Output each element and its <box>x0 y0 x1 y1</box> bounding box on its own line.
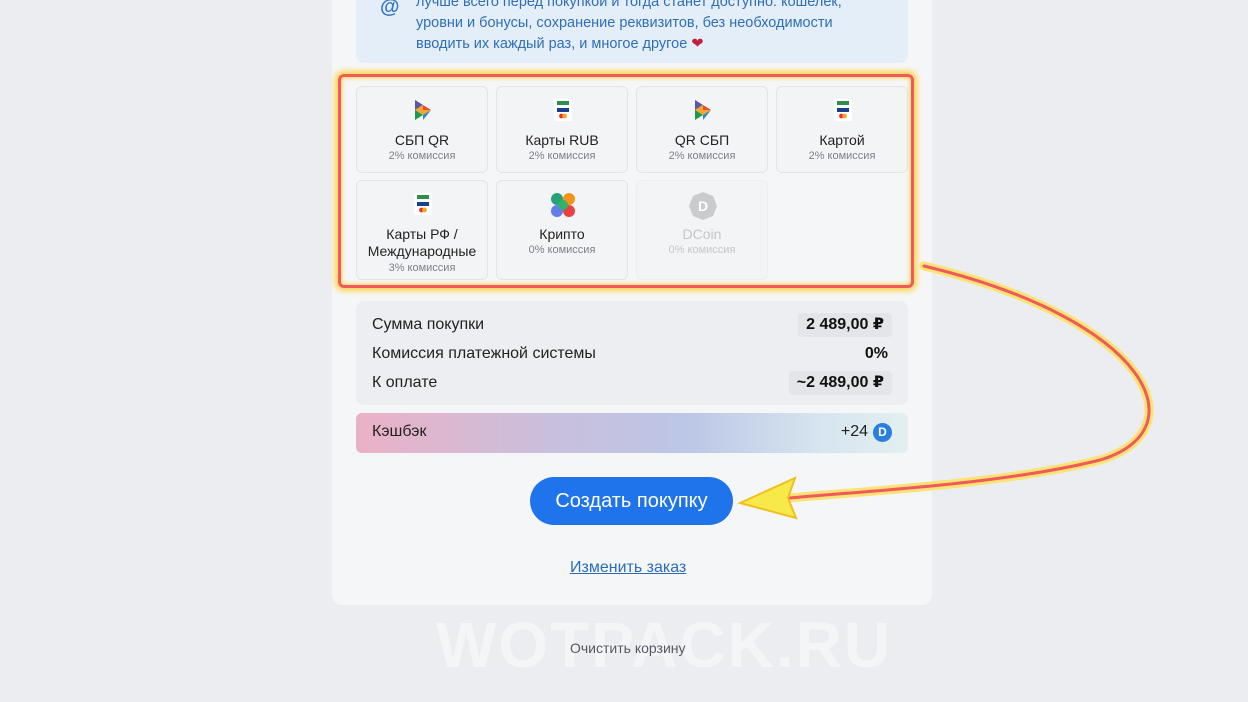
total-label: К оплате <box>372 374 438 391</box>
purchase-value: 2 489,00 ₽ <box>798 313 892 337</box>
info-line-3-text: вводить их каждый раз, и многое другое <box>416 36 688 52</box>
summary-row-purchase: Сумма покупки 2 489,00 ₽ <box>372 313 892 337</box>
info-text: лучше всего перед покупкой и тогда стане… <box>416 0 886 55</box>
order-summary: Сумма покупки 2 489,00 ₽ Комиссия платеж… <box>356 301 908 405</box>
purchase-label: Сумма покупки <box>372 316 485 333</box>
dcoin-icon: D <box>873 423 892 442</box>
create-purchase-button[interactable]: Создать покупку <box>530 477 733 525</box>
payment-methods-highlight <box>338 74 914 288</box>
fee-value: 0% <box>864 345 888 362</box>
change-order-link[interactable]: Изменить заказ <box>570 559 686 577</box>
summary-row-fee: Комиссия платежной системы 0% <box>372 342 892 366</box>
info-line-3: вводить их каждый раз, и многое другое ❤ <box>416 34 886 55</box>
info-line-2: уровни и бонусы, сохранение реквизитов, … <box>416 15 833 31</box>
cashback-label: Кэшбэк <box>372 423 427 440</box>
at-icon: @ <box>380 0 400 18</box>
total-value: ~2 489,00 ₽ <box>788 371 892 395</box>
summary-row-total: К оплате ~2 489,00 ₽ <box>372 371 892 395</box>
fee-label: Комиссия платежной системы <box>372 345 596 362</box>
clear-cart-link[interactable]: Очистить корзину <box>570 640 686 656</box>
info-line-1: лучше всего перед покупкой и тогда стане… <box>416 0 842 10</box>
heart-icon: ❤ <box>691 36 704 52</box>
cashback-value: +24 <box>840 423 868 440</box>
cashback-bar: Кэшбэк +24 D <box>356 413 908 453</box>
